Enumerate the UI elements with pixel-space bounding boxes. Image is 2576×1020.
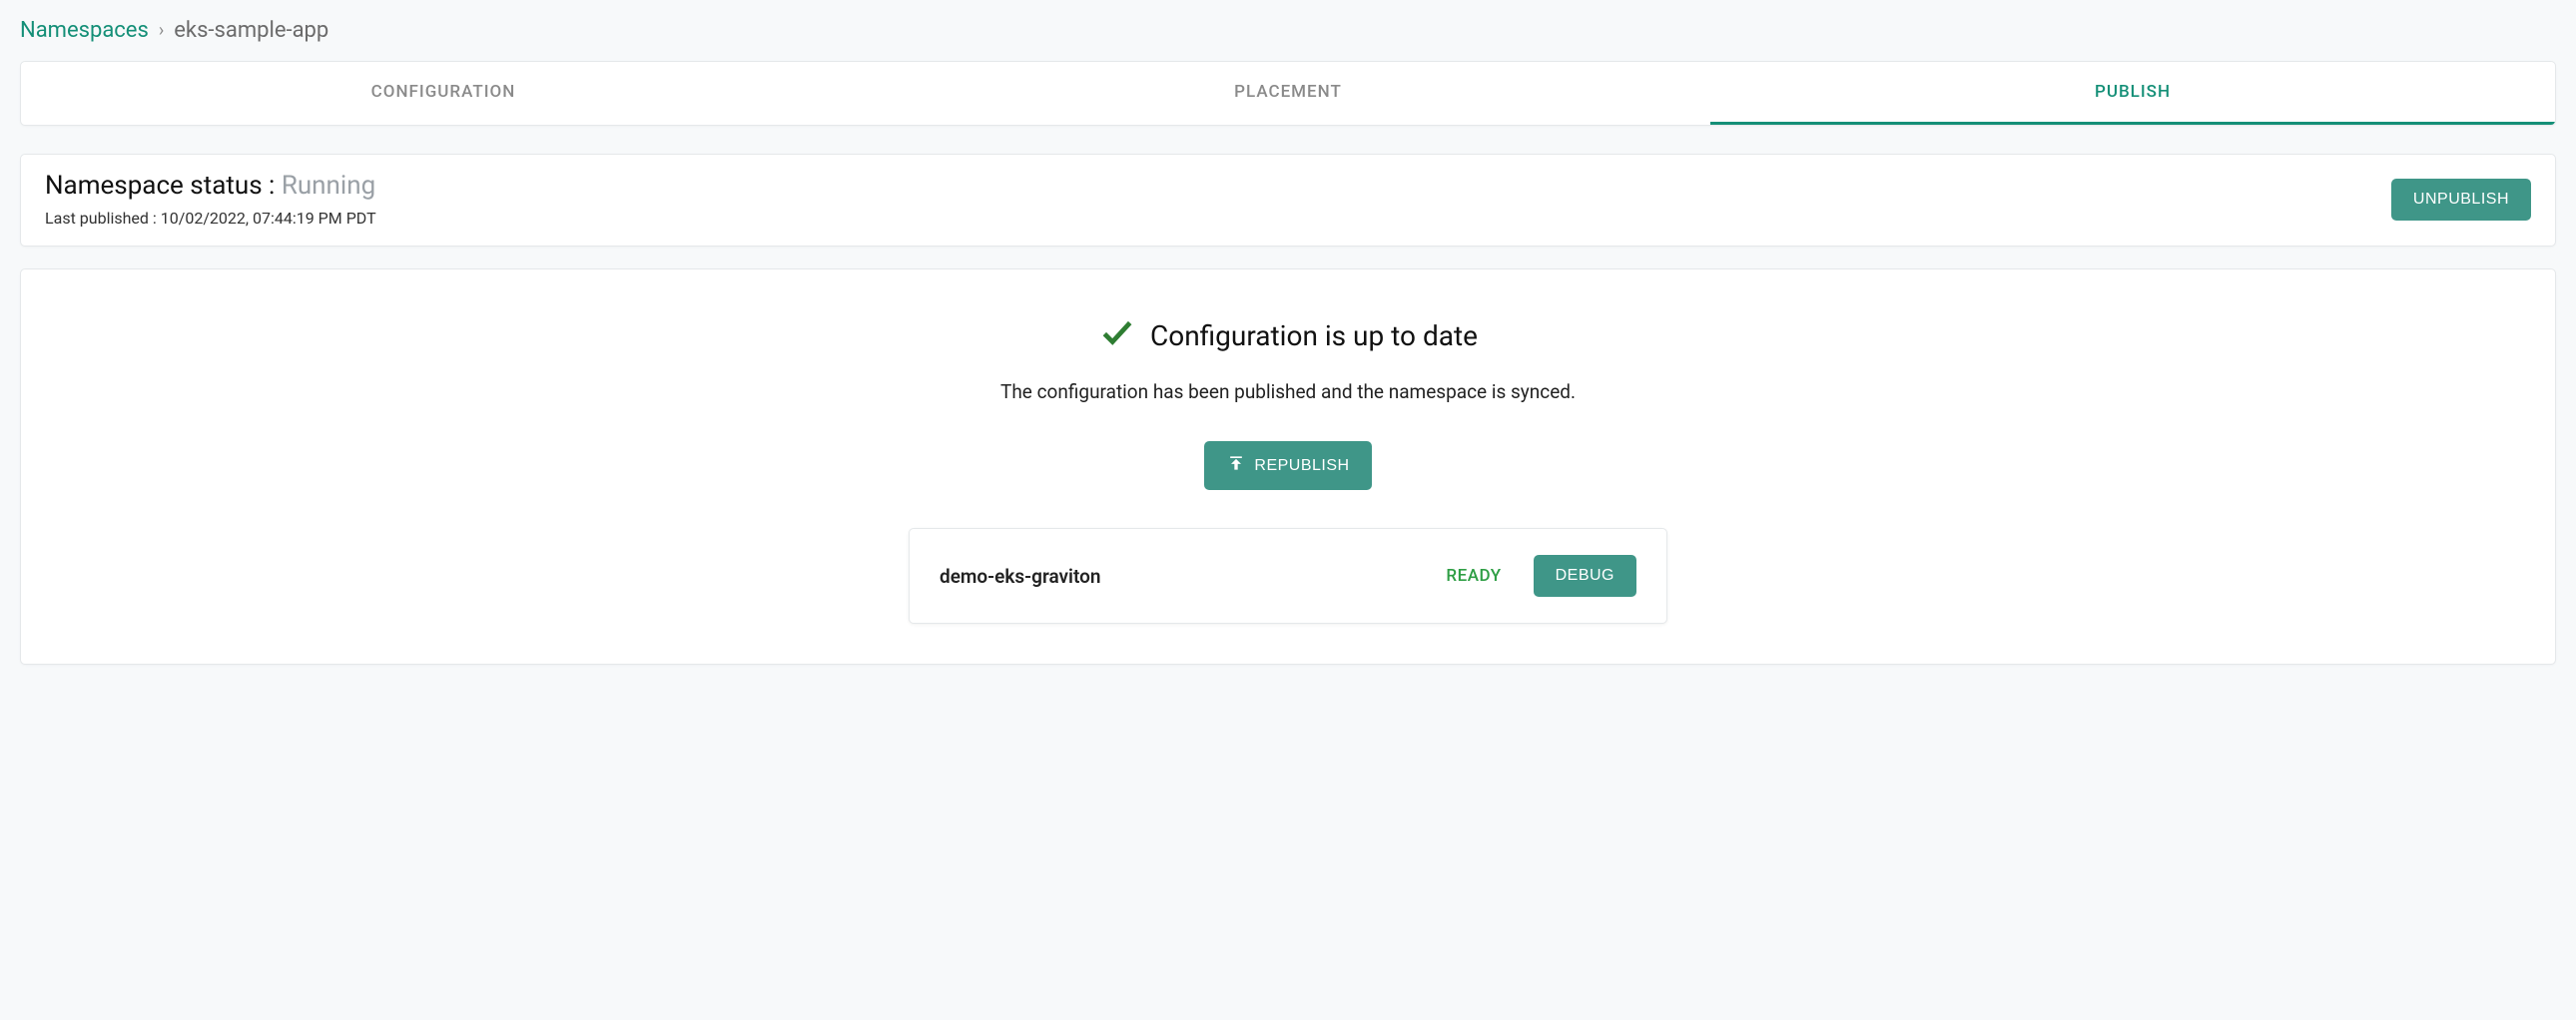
last-published-label: Last published : (45, 209, 161, 228)
debug-button[interactable]: DEBUG (1534, 555, 1636, 597)
configuration-status-card: Configuration is up to date The configur… (20, 268, 2556, 665)
namespace-status-title: Namespace status : Running (45, 171, 376, 201)
breadcrumb-current: eks-sample-app (174, 18, 328, 43)
last-published-value: 10/02/2022, 07:44:19 PM PDT (161, 209, 376, 228)
cluster-row: demo-eks-graviton READY DEBUG (909, 528, 1667, 624)
unpublish-button[interactable]: UNPUBLISH (2391, 179, 2531, 221)
tab-placement[interactable]: PLACEMENT (866, 62, 1710, 125)
republish-button-label: REPUBLISH (1254, 457, 1349, 475)
config-headline-text: Configuration is up to date (1150, 319, 1478, 352)
check-icon (1098, 313, 1136, 358)
cluster-status: READY (1446, 566, 1501, 586)
tab-configuration[interactable]: CONFIGURATION (21, 62, 866, 125)
config-headline-row: Configuration is up to date (45, 313, 2531, 358)
namespace-status-label: Namespace status : (45, 171, 282, 201)
tab-publish[interactable]: PUBLISH (1710, 62, 2555, 125)
upload-icon (1226, 453, 1246, 478)
breadcrumb-separator: › (159, 20, 164, 41)
cluster-name: demo-eks-graviton (940, 565, 1101, 588)
last-published: Last published : 10/02/2022, 07:44:19 PM… (45, 209, 376, 228)
tabs: CONFIGURATION PLACEMENT PUBLISH (20, 61, 2556, 126)
namespace-status-value: Running (282, 171, 375, 201)
breadcrumb-root-link[interactable]: Namespaces (20, 18, 149, 43)
namespace-status-card: Namespace status : Running Last publishe… (20, 154, 2556, 247)
republish-button[interactable]: REPUBLISH (1204, 441, 1371, 490)
breadcrumb: Namespaces › eks-sample-app (20, 18, 2556, 43)
config-subtext: The configuration has been published and… (45, 380, 2531, 403)
